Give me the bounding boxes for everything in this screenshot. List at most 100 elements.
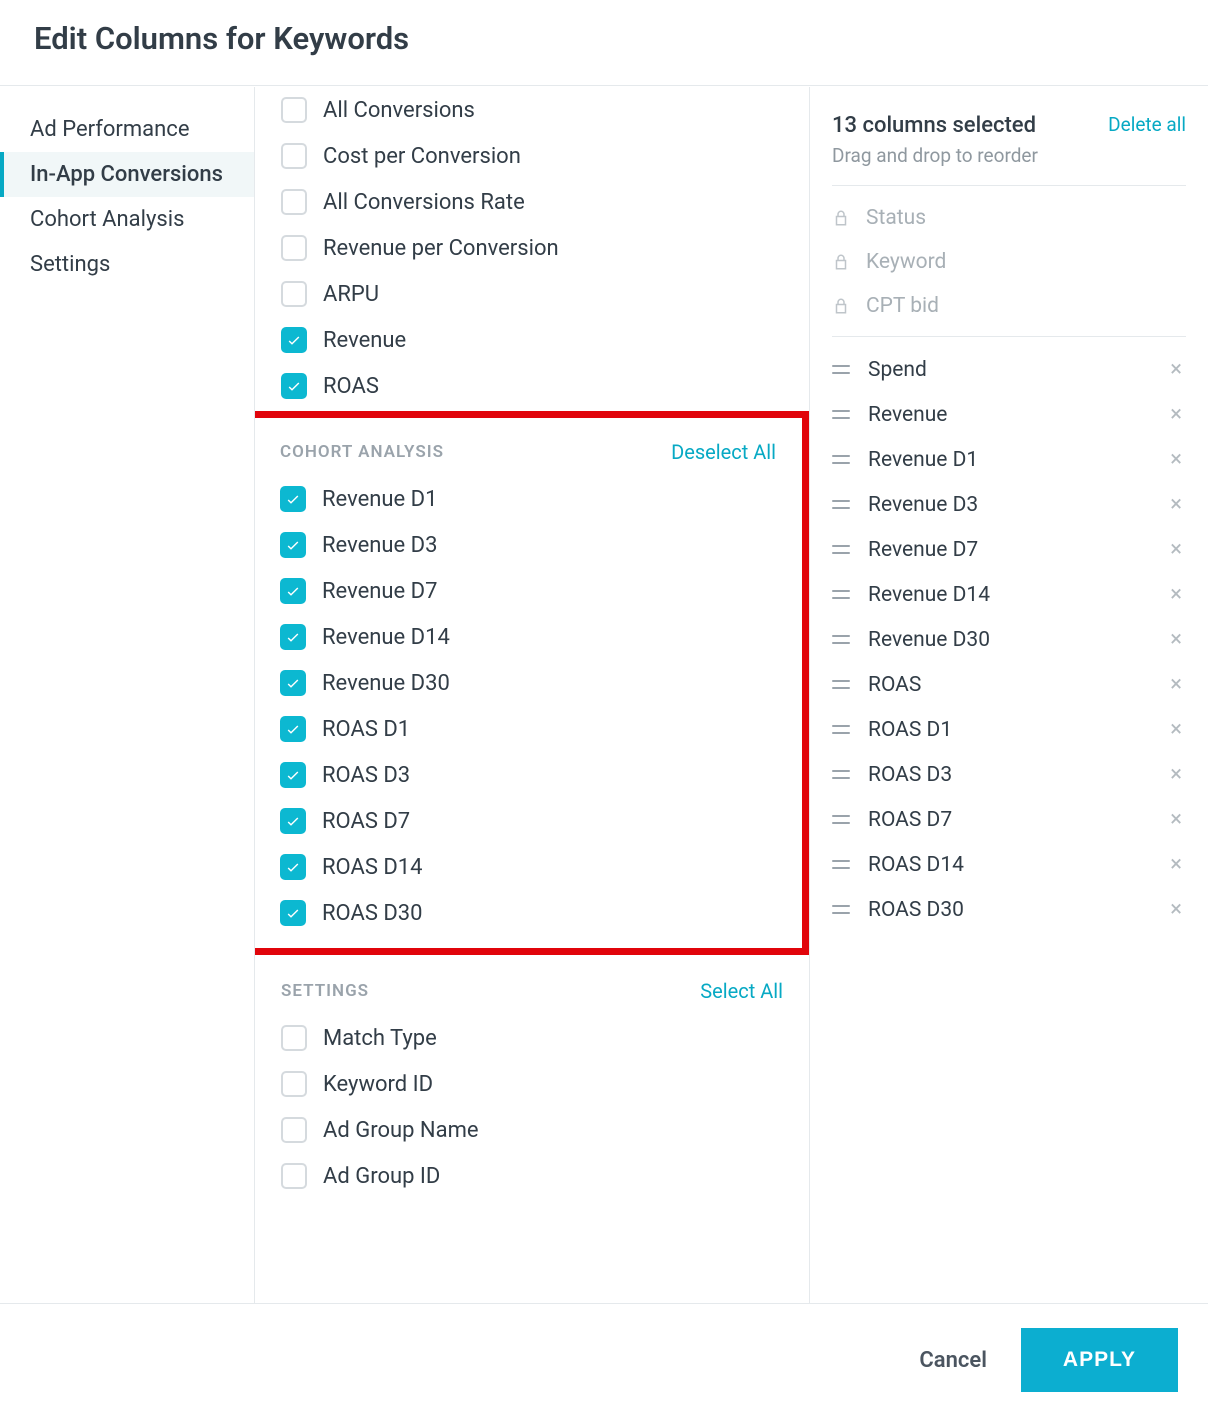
drag-label: Revenue D3 xyxy=(868,493,978,517)
remove-column-button[interactable]: × xyxy=(1166,807,1186,832)
checkbox-icon[interactable] xyxy=(281,1071,307,1097)
remove-column-button[interactable]: × xyxy=(1166,762,1186,787)
drag-handle-icon[interactable] xyxy=(832,680,850,689)
drag-handle-icon[interactable] xyxy=(832,725,850,734)
checkbox-icon[interactable] xyxy=(280,808,306,834)
checkbox-icon[interactable] xyxy=(281,373,307,399)
drag-handle-icon[interactable] xyxy=(832,590,850,599)
drag-label: Spend xyxy=(868,358,927,382)
drag-handle-icon[interactable] xyxy=(832,635,850,644)
delete-all-link[interactable]: Delete all xyxy=(1108,113,1186,136)
option-ad-group-name[interactable]: Ad Group Name xyxy=(255,1107,809,1153)
checkbox-icon[interactable] xyxy=(280,670,306,696)
checkbox-icon[interactable] xyxy=(281,189,307,215)
option-revenue[interactable]: Revenue xyxy=(255,317,809,363)
option-roas-d7[interactable]: ROAS D7 xyxy=(255,798,802,844)
option-roas-d3[interactable]: ROAS D3 xyxy=(255,752,802,798)
remove-column-button[interactable]: × xyxy=(1166,627,1186,652)
drag-handle-icon[interactable] xyxy=(832,500,850,509)
option-revenue-d1[interactable]: Revenue D1 xyxy=(255,476,802,522)
selected-header: 13 columns selected Delete all xyxy=(832,113,1186,140)
remove-column-button[interactable]: × xyxy=(1166,852,1186,877)
drag-item-revenue-d7[interactable]: Revenue D7× xyxy=(832,527,1186,572)
remove-column-button[interactable]: × xyxy=(1166,447,1186,472)
checkbox-icon[interactable] xyxy=(280,624,306,650)
remove-column-button[interactable]: × xyxy=(1166,402,1186,427)
option-cost-per-conversion[interactable]: Cost per Conversion xyxy=(255,133,809,179)
option-roas[interactable]: ROAS xyxy=(255,363,809,409)
dialog-title: Edit Columns for Keywords xyxy=(34,20,1174,57)
option-revenue-d3[interactable]: Revenue D3 xyxy=(255,522,802,568)
option-roas-d1[interactable]: ROAS D1 xyxy=(255,706,802,752)
cancel-button[interactable]: Cancel xyxy=(909,1332,997,1389)
locked-item-cpt-bid: CPT bid xyxy=(832,284,1186,328)
checkbox-icon[interactable] xyxy=(280,716,306,742)
checkbox-icon[interactable] xyxy=(281,1117,307,1143)
option-revenue-d7[interactable]: Revenue D7 xyxy=(255,568,802,614)
checkbox-icon[interactable] xyxy=(280,762,306,788)
columns-options[interactable]: All Conversions Cost per Conversion All … xyxy=(255,87,810,1303)
option-revenue-per-conversion[interactable]: Revenue per Conversion xyxy=(255,225,809,271)
checkbox-icon[interactable] xyxy=(281,235,307,261)
drag-handle-icon[interactable] xyxy=(832,860,850,869)
option-all-conversions[interactable]: All Conversions xyxy=(255,87,809,133)
drag-item-roas-d30[interactable]: ROAS D30× xyxy=(832,887,1186,932)
deselect-all-link[interactable]: Deselect All xyxy=(671,440,776,464)
option-label: Keyword ID xyxy=(323,1072,433,1097)
checkbox-icon[interactable] xyxy=(280,532,306,558)
checkbox-icon[interactable] xyxy=(281,97,307,123)
select-all-link[interactable]: Select All xyxy=(700,979,783,1003)
checkbox-icon[interactable] xyxy=(280,854,306,880)
drag-item-roas-d3[interactable]: ROAS D3× xyxy=(832,752,1186,797)
drag-item-revenue-d14[interactable]: Revenue D14× xyxy=(832,572,1186,617)
apply-button[interactable]: APPLY xyxy=(1021,1328,1178,1392)
option-label: Ad Group Name xyxy=(323,1118,479,1143)
remove-column-button[interactable]: × xyxy=(1166,717,1186,742)
checkbox-icon[interactable] xyxy=(281,327,307,353)
drag-item-roas-d14[interactable]: ROAS D14× xyxy=(832,842,1186,887)
drag-item-revenue[interactable]: Revenue× xyxy=(832,392,1186,437)
drag-handle-icon[interactable] xyxy=(832,905,850,914)
sidebar-item-in-app-conversions[interactable]: In-App Conversions xyxy=(0,152,254,197)
checkbox-icon[interactable] xyxy=(281,281,307,307)
remove-column-button[interactable]: × xyxy=(1166,357,1186,382)
drag-handle-icon[interactable] xyxy=(832,815,850,824)
checkbox-icon[interactable] xyxy=(280,486,306,512)
option-keyword-id[interactable]: Keyword ID xyxy=(255,1061,809,1107)
option-roas-d14[interactable]: ROAS D14 xyxy=(255,844,802,890)
checkbox-icon[interactable] xyxy=(281,143,307,169)
option-label: Revenue D7 xyxy=(322,579,437,604)
checkbox-icon[interactable] xyxy=(281,1163,307,1189)
remove-column-button[interactable]: × xyxy=(1166,492,1186,517)
drag-item-spend[interactable]: Spend × xyxy=(832,347,1186,392)
drag-item-roas[interactable]: ROAS× xyxy=(832,662,1186,707)
checkbox-icon[interactable] xyxy=(280,578,306,604)
drag-handle-icon[interactable] xyxy=(832,770,850,779)
remove-column-button[interactable]: × xyxy=(1166,672,1186,697)
option-match-type[interactable]: Match Type xyxy=(255,1015,809,1061)
remove-column-button[interactable]: × xyxy=(1166,537,1186,562)
drag-handle-icon[interactable] xyxy=(832,455,850,464)
drag-item-revenue-d3[interactable]: Revenue D3 × xyxy=(832,482,1186,527)
drag-handle-icon[interactable] xyxy=(832,545,850,554)
drag-handle-icon[interactable] xyxy=(832,410,850,419)
option-arpu[interactable]: ARPU xyxy=(255,271,809,317)
sidebar-item-ad-performance[interactable]: Ad Performance xyxy=(0,107,254,152)
option-revenue-d30[interactable]: Revenue D30 xyxy=(255,660,802,706)
sidebar-item-settings[interactable]: Settings xyxy=(0,242,254,287)
remove-column-button[interactable]: × xyxy=(1166,897,1186,922)
drag-item-revenue-d1[interactable]: Revenue D1× xyxy=(832,437,1186,482)
checkbox-icon[interactable] xyxy=(280,900,306,926)
drag-handle-icon[interactable] xyxy=(832,365,850,374)
drag-item-roas-d1[interactable]: ROAS D1× xyxy=(832,707,1186,752)
option-all-conversions-rate[interactable]: All Conversions Rate xyxy=(255,179,809,225)
locked-label: Keyword xyxy=(866,250,946,274)
drag-item-roas-d7[interactable]: ROAS D7× xyxy=(832,797,1186,842)
option-ad-group-id[interactable]: Ad Group ID xyxy=(255,1153,809,1199)
checkbox-icon[interactable] xyxy=(281,1025,307,1051)
remove-column-button[interactable]: × xyxy=(1166,582,1186,607)
option-revenue-d14[interactable]: Revenue D14 xyxy=(255,614,802,660)
sidebar-item-cohort-analysis[interactable]: Cohort Analysis xyxy=(0,197,254,242)
option-roas-d30[interactable]: ROAS D30 xyxy=(255,890,802,936)
drag-item-revenue-d30[interactable]: Revenue D30× xyxy=(832,617,1186,662)
